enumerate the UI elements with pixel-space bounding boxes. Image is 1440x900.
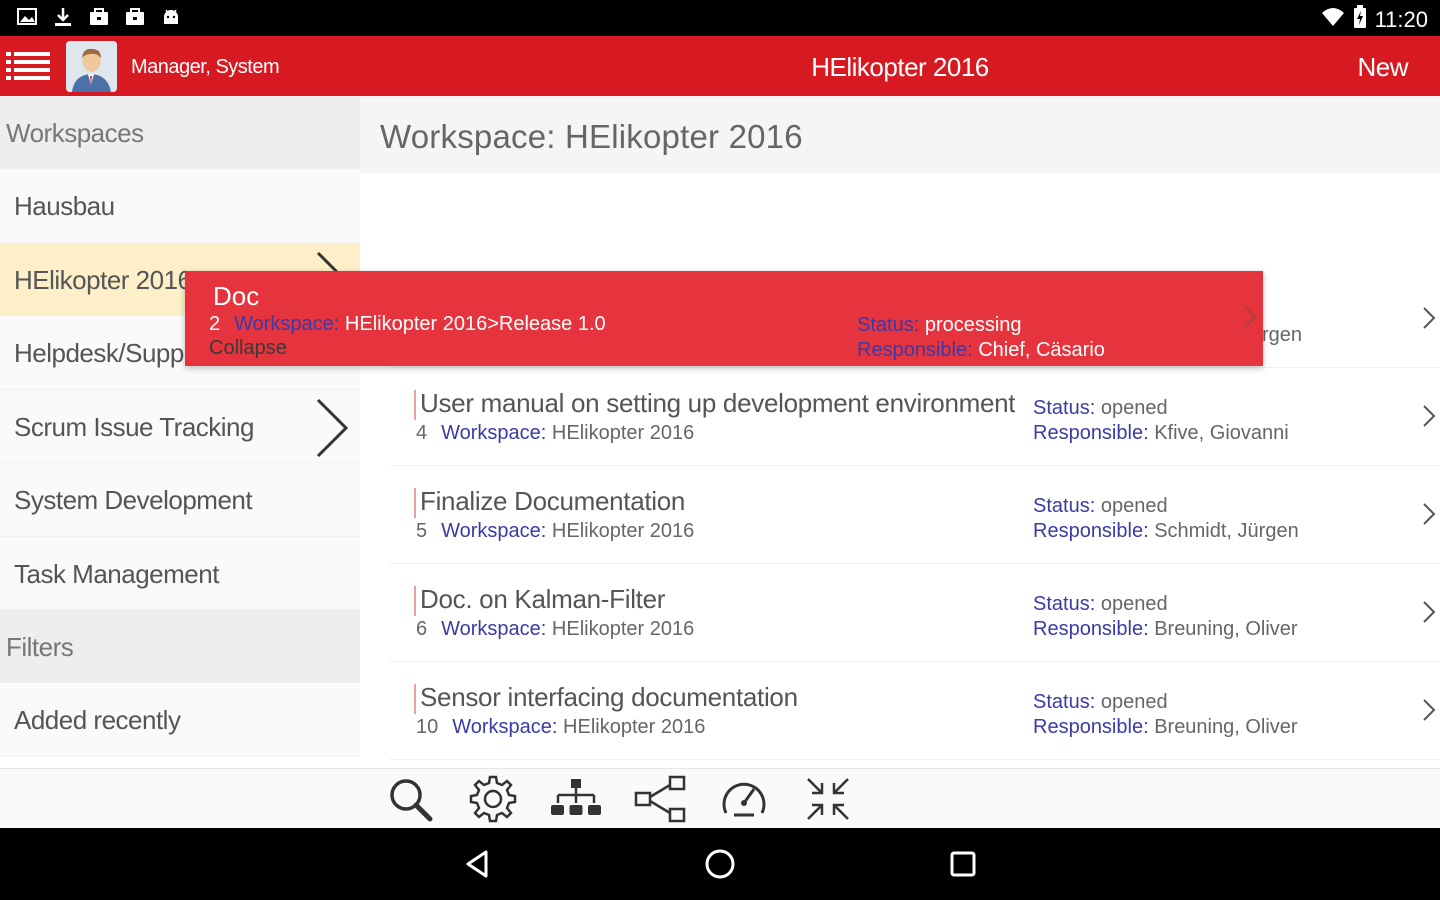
item-title: Sensor interfacing documentation (420, 682, 798, 712)
android-icon (160, 6, 182, 28)
list-item[interactable]: User manual on setting up development en… (390, 368, 1440, 466)
navigation-bar (0, 828, 1440, 900)
chevron-right-icon (1422, 698, 1436, 727)
app-bar: Manager, System HElikopter 2016 New (0, 36, 1440, 96)
download-icon (52, 6, 74, 28)
status-value: opened (1100, 593, 1168, 615)
sidebar-item-label: Scrum Issue Tracking (14, 411, 254, 442)
workspace-key: Workspace: (441, 422, 547, 444)
responsible-key: Responsible: (1033, 716, 1149, 738)
responsible-key: Responsible: (1033, 520, 1149, 542)
responsible-key: Responsible: (1033, 618, 1149, 640)
popup-responsible-key: Responsible: (857, 339, 973, 361)
responsible-value-fragment: rgen (1262, 324, 1303, 346)
item-number: 6 (416, 618, 428, 640)
status-key: Status: (1033, 397, 1096, 419)
briefcase-icon (124, 6, 146, 28)
chevron-right-icon (1422, 600, 1436, 629)
popup-number: 2 (209, 313, 221, 335)
status-value: opened (1100, 397, 1168, 419)
sidebar-item-system-development[interactable]: System Development (0, 463, 360, 537)
list-item[interactable]: Sensor interfacing documentation 10 Works… (390, 662, 1440, 760)
sidebar-item-hausbau[interactable]: Hausbau (0, 169, 360, 243)
collapse-link[interactable]: Collapse (209, 337, 287, 360)
hierarchy-icon[interactable] (550, 773, 602, 825)
popup-status-value: processing (924, 314, 1022, 336)
popup-status-key: Status: (857, 314, 920, 336)
item-number: 10 (416, 716, 439, 738)
workspace-value: HElikopter 2016 (551, 520, 695, 542)
share-icon[interactable] (634, 773, 686, 825)
status-key: Status: (1033, 691, 1096, 713)
list-item[interactable]: Finalize Documentation 5 Workspace: HElik… (390, 466, 1440, 564)
item-title: Doc. on Kalman-Filter (420, 584, 666, 614)
chevron-right-icon (314, 396, 350, 467)
popup-workspace-key: Workspace: (234, 313, 340, 335)
settings-icon[interactable] (467, 773, 519, 825)
responsible-key: Responsible: (1033, 422, 1149, 444)
sidebar-item-label: System Development (14, 485, 253, 515)
sidebar-item-label: Task Management (14, 558, 219, 589)
back-icon[interactable] (460, 846, 496, 882)
avatar[interactable] (66, 41, 117, 92)
responsible-value: Schmidt, Jürgen (1154, 520, 1299, 542)
chevron-right-icon (1422, 306, 1436, 335)
clock-text: 11:20 (1374, 7, 1428, 32)
workspace-key: Workspace: (441, 618, 547, 640)
workspace-value: HElikopter 2016 (563, 716, 706, 738)
status-key: Status: (1033, 495, 1096, 517)
sidebar-item-added-recently[interactable]: Added recently (0, 683, 360, 757)
chevron-right-icon (1243, 305, 1257, 334)
new-button[interactable]: New (1357, 52, 1408, 83)
dragged-item-popup[interactable]: Doc 2 Workspace: HElikopter 2016>Release … (185, 271, 1263, 366)
sidebar: Workspaces Hausbau HElikopter 2016 Helpd… (0, 96, 360, 768)
sidebar-item-label: Hausbau (14, 191, 115, 221)
sidebar-item-task-management[interactable]: Task Management (0, 536, 360, 610)
notification-icons (16, 6, 182, 28)
popup-responsible-value: Chief, Cäsario (978, 339, 1105, 361)
wifi-icon (1321, 6, 1345, 34)
responsible-value: Breuning, Oliver (1154, 716, 1298, 738)
workspace-key: Workspace: (441, 520, 547, 542)
sidebar-item-label: Helpdesk/Support (14, 338, 213, 368)
responsible-value: Kfive, Giovanni (1154, 422, 1289, 444)
battery-icon (1353, 5, 1367, 35)
status-key: Status: (1033, 593, 1096, 615)
list-item[interactable]: Doc. on Kalman-Filter 6 Workspace: HEliko… (390, 564, 1440, 662)
workspace-value: HElikopter 2016 (551, 422, 695, 444)
workspace-key: Workspace: (452, 716, 558, 738)
dashboard-icon[interactable] (718, 773, 770, 825)
sidebar-item-label: HElikopter 2016 (14, 264, 192, 295)
briefcase-icon (88, 6, 110, 28)
search-icon[interactable] (384, 773, 436, 825)
chevron-right-icon (1422, 404, 1436, 433)
user-name[interactable]: Manager, System (131, 56, 280, 79)
chevron-right-icon (1422, 502, 1436, 531)
popup-title: Doc (213, 281, 260, 311)
item-title: User manual on setting up development en… (420, 388, 1016, 418)
recents-icon[interactable] (945, 846, 981, 882)
status-value: opened (1100, 495, 1168, 517)
document-list: User manual on setting up development en… (390, 368, 1440, 760)
sidebar-item-label: Added recently (14, 705, 181, 735)
item-number: 5 (416, 520, 428, 542)
filters-header: Filters (0, 610, 360, 683)
workspaces-header: Workspaces (0, 96, 360, 169)
bottom-toolbar (0, 768, 1440, 828)
item-number: 4 (416, 422, 428, 444)
status-bar: 11:20 (0, 0, 1440, 36)
workspace-value: HElikopter 2016 (551, 618, 695, 640)
status-value: opened (1100, 691, 1168, 713)
collapse-icon[interactable] (802, 773, 854, 825)
item-title: Finalize Documentation (420, 486, 686, 516)
home-icon[interactable] (702, 846, 738, 882)
menu-icon[interactable] (6, 50, 52, 82)
responsible-value: Breuning, Oliver (1154, 618, 1298, 640)
popup-workspace-value: HElikopter 2016>Release 1.0 (344, 313, 606, 335)
image-icon (16, 6, 38, 28)
sidebar-item-scrum-issue-tracking[interactable]: Scrum Issue Tracking (0, 389, 360, 467)
workspace-title: Workspace: HElikopter 2016 (360, 96, 1440, 173)
